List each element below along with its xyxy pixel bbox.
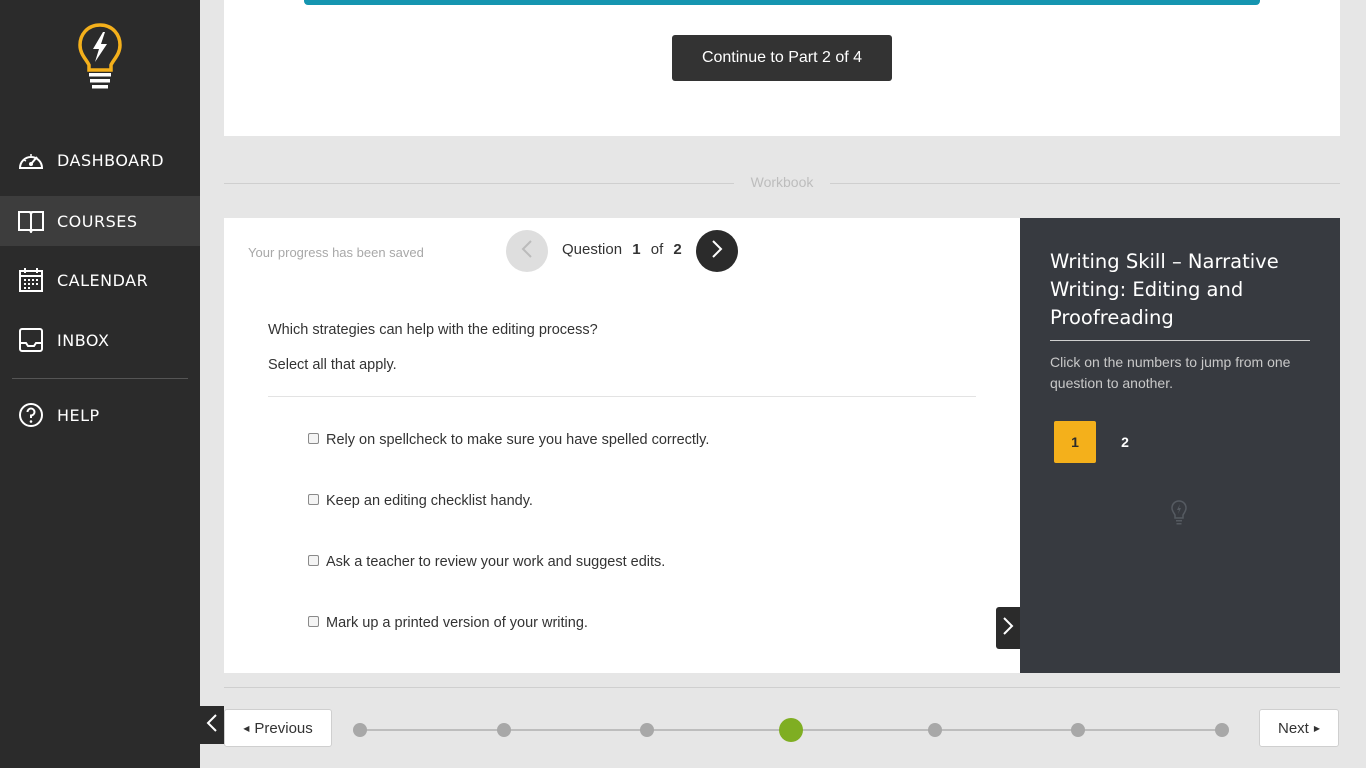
lightbulb-logo[interactable]: [76, 22, 124, 92]
previous-page-button[interactable]: ◀ Previous: [224, 709, 332, 747]
lesson-card: Continue to Part 2 of 4: [224, 0, 1340, 136]
question-divider: [268, 396, 976, 397]
question-jump-2[interactable]: 2: [1104, 421, 1146, 463]
chevron-left-icon: [521, 240, 533, 262]
sidebar: DASHBOARD COURSES CALENDAR INBOX HELP: [0, 0, 200, 768]
question-counter: Question 1 of 2: [562, 241, 688, 258]
panel-divider: [1050, 340, 1310, 341]
panel-title: Writing Skill – Narrative Writing: Editi…: [1050, 250, 1279, 329]
next-question-button[interactable]: [696, 230, 738, 272]
help-icon: [16, 400, 46, 430]
progress-step[interactable]: [496, 723, 511, 737]
progress-step[interactable]: [927, 723, 942, 737]
continue-button[interactable]: Continue to Part 2 of 4: [672, 35, 892, 81]
collapse-sidebar-button[interactable]: [200, 706, 224, 744]
next-label: Next: [1278, 719, 1309, 737]
progress-step[interactable]: [640, 723, 655, 737]
question-jump-1[interactable]: 1: [1054, 421, 1096, 463]
answer-checkbox[interactable]: [308, 493, 319, 505]
answer-label: Rely on spellcheck to make sure you have…: [326, 432, 710, 448]
question-card: Your progress has been saved Question 1 …: [224, 218, 1020, 673]
answer-option[interactable]: Ask a teacher to review your work and su…: [308, 554, 665, 570]
speedometer-icon: [16, 145, 46, 175]
sidebar-item-label: INBOX: [57, 330, 110, 350]
lightbulb-icon: [1171, 500, 1187, 526]
sidebar-item-calendar[interactable]: CALENDAR: [0, 255, 200, 305]
progress-step[interactable]: [1071, 723, 1086, 737]
answer-checkbox[interactable]: [308, 432, 319, 444]
sidebar-item-help[interactable]: HELP: [0, 390, 200, 440]
current-question-number: 1: [632, 241, 641, 258]
answer-label: Keep an editing checklist handy.: [326, 493, 533, 509]
sidebar-item-label: COURSES: [57, 211, 138, 231]
sidebar-item-inbox[interactable]: INBOX: [0, 315, 200, 365]
answer-option[interactable]: Mark up a printed version of your writin…: [308, 615, 588, 631]
chevron-right-icon: [1002, 616, 1014, 640]
previous-question-button[interactable]: [506, 230, 548, 272]
toggle-panel-button[interactable]: [996, 607, 1020, 649]
footer-divider: [224, 687, 1340, 688]
answer-checkbox[interactable]: [308, 554, 319, 566]
answer-option[interactable]: Rely on spellcheck to make sure you have…: [308, 432, 709, 448]
answer-label: Ask a teacher to review your work and su…: [326, 554, 666, 570]
media-bar: [304, 0, 1260, 5]
chevron-left-icon: [206, 713, 218, 737]
next-page-button[interactable]: Next ▶: [1259, 709, 1339, 747]
question-instruction: Select all that apply.: [268, 357, 397, 373]
saved-status: Your progress has been saved: [248, 245, 424, 260]
panel-help-text: Click on the numbers to jump from one qu…: [1050, 354, 1291, 391]
sidebar-divider: [12, 378, 188, 379]
sidebar-item-label: DASHBOARD: [57, 150, 165, 170]
total-questions-number: 2: [673, 241, 682, 258]
answer-checkbox[interactable]: [308, 615, 319, 627]
question-navigator-panel: Writing Skill – Narrative Writing: Editi…: [1020, 218, 1340, 673]
caret-left-icon: ◀: [243, 723, 250, 733]
progress-step[interactable]: [1215, 723, 1229, 737]
question-text: Which strategies can help with the editi…: [268, 322, 598, 338]
workbook-section-label: Workbook: [734, 174, 830, 190]
of-label: of: [650, 241, 664, 258]
progress-step[interactable]: [353, 723, 367, 737]
inbox-icon: [16, 325, 46, 355]
caret-right-icon: ▶: [1313, 723, 1320, 733]
progress-step[interactable]: [779, 718, 803, 742]
sidebar-item-courses[interactable]: COURSES: [0, 196, 200, 246]
calendar-icon: [16, 265, 46, 295]
answer-label: Mark up a printed version of your writin…: [326, 615, 588, 631]
previous-label: Previous: [254, 719, 313, 737]
sidebar-item-label: HELP: [57, 405, 100, 425]
question-label: Question: [562, 241, 623, 258]
book-icon: [16, 206, 46, 236]
sidebar-item-label: CALENDAR: [57, 270, 149, 290]
sidebar-item-dashboard[interactable]: DASHBOARD: [0, 135, 200, 185]
chevron-right-icon: [711, 240, 723, 262]
answer-option[interactable]: Keep an editing checklist handy.: [308, 493, 533, 509]
